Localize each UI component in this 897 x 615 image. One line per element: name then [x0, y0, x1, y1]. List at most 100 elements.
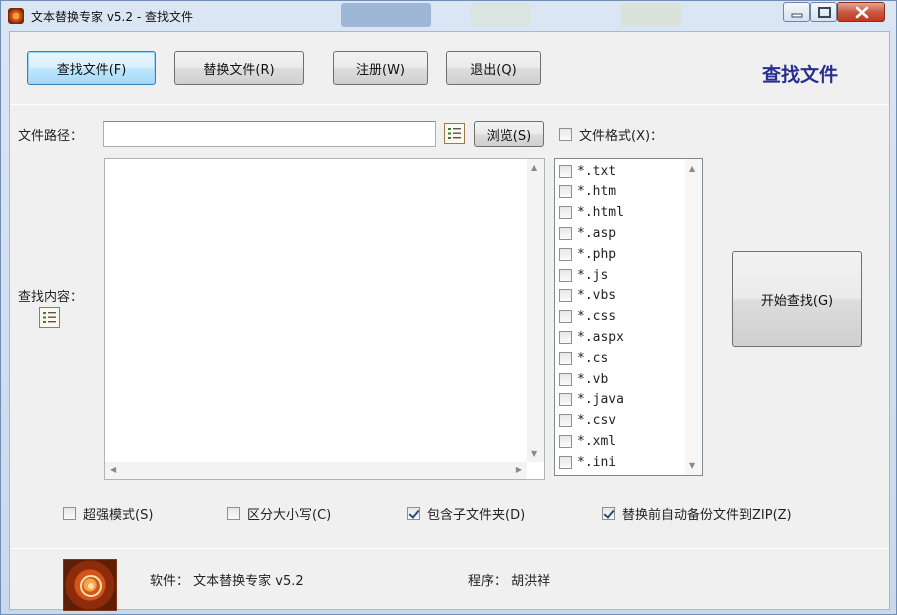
- option-checkbox[interactable]: [227, 507, 240, 520]
- scroll-up-icon[interactable]: ▲: [531, 164, 537, 172]
- file-format-item-checkbox[interactable]: [559, 289, 572, 303]
- file-format-checkbox[interactable]: [559, 128, 572, 141]
- file-format-item[interactable]: *.asp: [559, 223, 616, 243]
- file-format-item[interactable]: *.php: [559, 244, 616, 264]
- file-format-item-checkbox[interactable]: [559, 164, 572, 178]
- software-info: 软件： 文本替换专家 v5.2: [150, 574, 304, 589]
- path-input[interactable]: [103, 121, 436, 147]
- file-format-item[interactable]: *.html: [559, 203, 624, 223]
- exit-button[interactable]: 退出(Q): [446, 51, 541, 85]
- file-format-item-label: *.php: [577, 246, 617, 262]
- file-format-item[interactable]: *.htm: [559, 182, 616, 202]
- list-scrollbar[interactable]: ▲ ▼: [685, 159, 702, 475]
- scroll-left-icon[interactable]: ◀: [110, 466, 116, 474]
- file-format-list[interactable]: *.txt *.htm *.html *.asp *.php *.js *.vbs *.css…: [554, 158, 703, 476]
- minimize-button[interactable]: [783, 2, 810, 22]
- programmer-info: 程序： 胡洪祥: [468, 574, 551, 589]
- find-content-label: 查找内容：: [18, 290, 84, 305]
- software-logo-icon: [63, 559, 117, 611]
- file-format-item[interactable]: *.vb: [559, 369, 608, 389]
- file-format-item[interactable]: *.aspx: [559, 327, 624, 347]
- option-label: 替换前自动备份文件到ZIP(Z): [622, 508, 792, 523]
- file-format-item-checkbox[interactable]: [559, 226, 572, 240]
- path-list-icon[interactable]: [444, 123, 465, 144]
- background-blur: [471, 3, 531, 27]
- file-format-item[interactable]: *.js: [559, 265, 608, 285]
- option-2[interactable]: 包含子文件夹(D): [407, 504, 525, 523]
- background-blur: [341, 3, 431, 27]
- app-window: 文本替换专家 v5.2 - 查找文件 查找文件(F) 替换文件(R) 注册(W)…: [0, 0, 897, 615]
- file-format-item-checkbox[interactable]: [559, 434, 572, 448]
- option-3[interactable]: 替换前自动备份文件到ZIP(Z): [602, 504, 792, 523]
- option-checkbox[interactable]: [602, 507, 615, 520]
- file-format-item[interactable]: *.csv: [559, 411, 616, 431]
- window-title: 文本替换专家 v5.2 - 查找文件: [31, 10, 193, 24]
- maximize-button[interactable]: [810, 2, 837, 22]
- file-format-item[interactable]: *.ini: [559, 452, 616, 472]
- start-search-button[interactable]: 开始查找(G): [732, 251, 862, 347]
- file-format-item-checkbox[interactable]: [559, 310, 572, 324]
- file-format-item-label: *.xml: [577, 433, 617, 449]
- app-icon[interactable]: [8, 8, 24, 24]
- file-format-item[interactable]: *.cs: [559, 348, 608, 368]
- file-format-item-label: *.aspx: [577, 329, 624, 345]
- file-format-item-checkbox[interactable]: [559, 351, 572, 365]
- scroll-up-icon[interactable]: ▲: [689, 165, 695, 173]
- file-format-item-checkbox[interactable]: [559, 247, 572, 261]
- file-format-item[interactable]: *.vbs: [559, 286, 616, 306]
- file-format-item[interactable]: *.css: [559, 307, 616, 327]
- page-heading: 查找文件: [762, 64, 839, 86]
- file-format-item[interactable]: *.java: [559, 390, 624, 410]
- option-checkbox[interactable]: [407, 507, 420, 520]
- content-list-icon[interactable]: [39, 307, 60, 328]
- file-format-item-checkbox[interactable]: [559, 414, 572, 428]
- file-format-item-label: *.asp: [577, 225, 617, 241]
- browse-button[interactable]: 浏览(S): [474, 121, 544, 147]
- file-format-item-checkbox[interactable]: [559, 268, 572, 282]
- file-format-item-label: *.ini: [577, 454, 617, 470]
- option-1[interactable]: 区分大小写(C): [227, 504, 331, 523]
- close-button[interactable]: [837, 2, 885, 22]
- file-format-toggle[interactable]: 文件格式(X)：: [559, 125, 663, 144]
- file-format-item-checkbox[interactable]: [559, 393, 572, 407]
- file-format-item-label: *.txt: [577, 163, 617, 179]
- file-format-item-label: *.csv: [577, 413, 617, 429]
- file-format-item-label: *.css: [577, 309, 617, 325]
- horizontal-scrollbar[interactable]: ◀ ▶: [105, 462, 527, 479]
- file-format-item-checkbox[interactable]: [559, 206, 572, 220]
- file-format-item-checkbox[interactable]: [559, 330, 572, 344]
- close-icon: [855, 6, 869, 19]
- minimize-icon: [791, 13, 803, 18]
- file-format-item[interactable]: *.txt: [559, 161, 616, 181]
- replace-files-button[interactable]: 替换文件(R): [174, 51, 304, 85]
- file-format-item[interactable]: *.xml: [559, 431, 616, 451]
- file-format-label: 文件格式(X)：: [579, 129, 664, 144]
- vertical-scrollbar[interactable]: ▲ ▼: [527, 159, 544, 462]
- list-icon: [448, 128, 461, 139]
- register-button[interactable]: 注册(W): [333, 51, 428, 85]
- path-label: 文件路径：: [18, 129, 84, 144]
- option-checkbox[interactable]: [63, 507, 76, 520]
- scroll-down-icon[interactable]: ▼: [689, 462, 695, 470]
- option-label: 包含子文件夹(D): [427, 508, 526, 523]
- scroll-right-icon[interactable]: ▶: [516, 466, 522, 474]
- file-format-item-checkbox[interactable]: [559, 185, 572, 199]
- divider: [10, 104, 889, 105]
- file-format-item-checkbox[interactable]: [559, 372, 572, 386]
- divider: [10, 548, 889, 549]
- option-label: 区分大小写(C): [247, 508, 332, 523]
- find-content-textarea[interactable]: ▲ ▼ ◀ ▶: [104, 158, 545, 480]
- maximize-icon: [818, 7, 831, 18]
- file-format-item-label: *.vbs: [577, 288, 617, 304]
- file-format-item-label: *.vb: [577, 371, 609, 387]
- file-format-item-label: *.cs: [577, 350, 609, 366]
- option-label: 超强模式(S): [83, 508, 154, 523]
- file-format-item-checkbox[interactable]: [559, 455, 572, 469]
- title-bar[interactable]: 文本替换专家 v5.2 - 查找文件: [1, 1, 896, 31]
- background-blur: [621, 3, 681, 27]
- file-format-item-label: *.htm: [577, 184, 617, 200]
- find-files-button[interactable]: 查找文件(F): [27, 51, 156, 85]
- client-area: 查找文件(F) 替换文件(R) 注册(W) 退出(Q) 查找文件 文件路径： 浏…: [9, 31, 890, 611]
- scroll-down-icon[interactable]: ▼: [531, 450, 537, 458]
- option-0[interactable]: 超强模式(S): [63, 504, 153, 523]
